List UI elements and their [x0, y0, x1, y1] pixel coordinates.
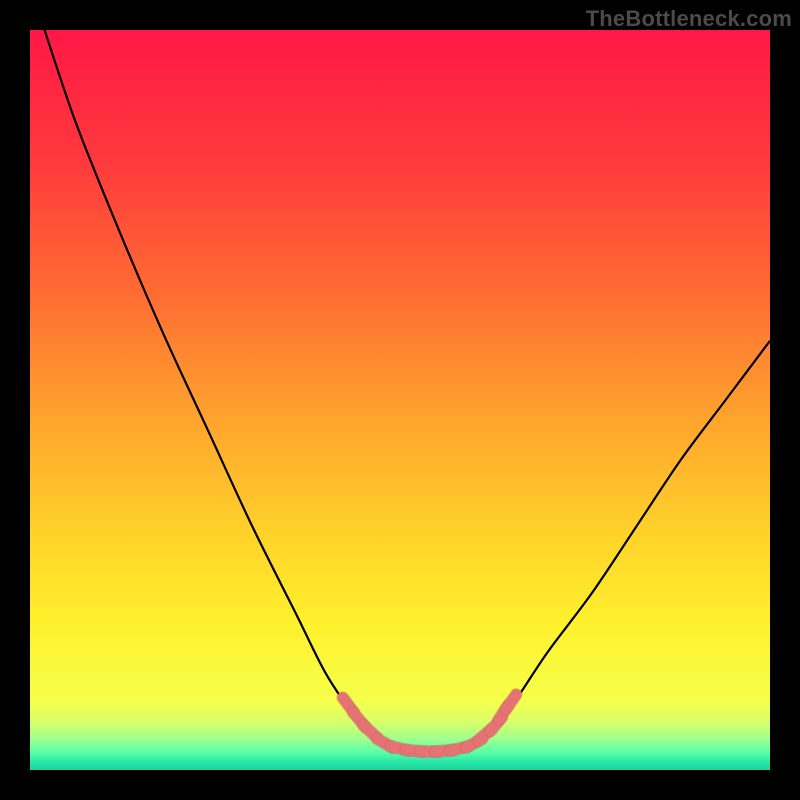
watermark-text: TheBottleneck.com [586, 6, 792, 32]
chart-frame: TheBottleneck.com [0, 0, 800, 800]
bottleneck-chart [30, 30, 770, 770]
gradient-background [30, 30, 770, 770]
plot-area [30, 30, 770, 770]
